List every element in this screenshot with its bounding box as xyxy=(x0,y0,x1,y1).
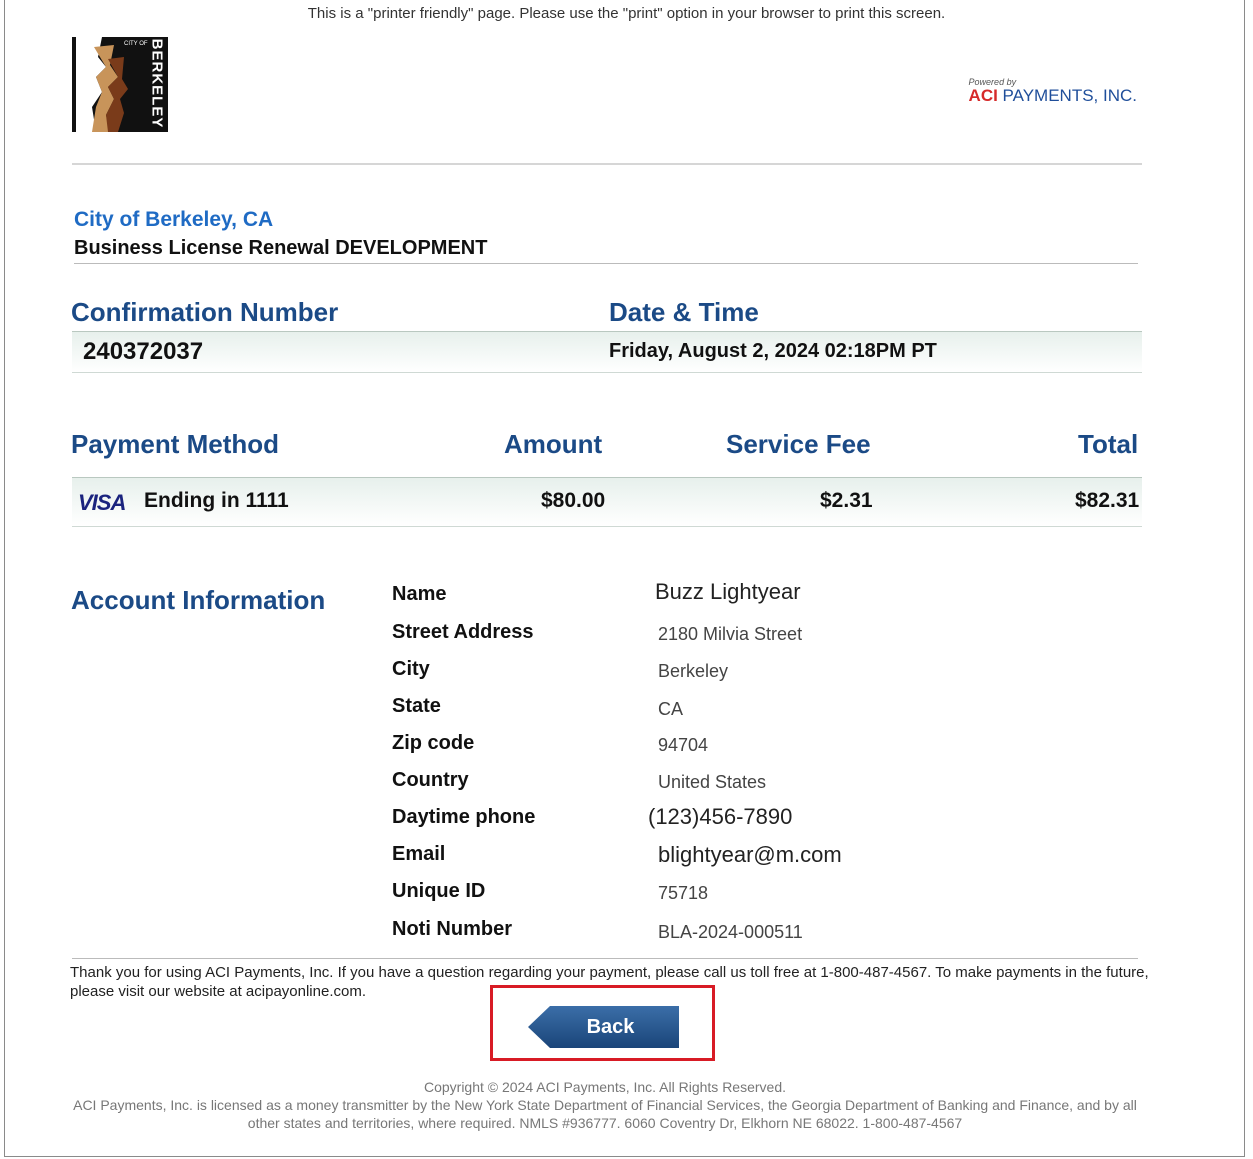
logo-city-of-text: CITY OF xyxy=(124,41,148,47)
total-heading: Total xyxy=(1078,429,1139,459)
footer-divider xyxy=(72,958,1138,959)
name-value: Buzz Lightyear xyxy=(655,579,801,604)
aci-payments-logo: Powered by ACI PAYMENTS, INC. xyxy=(969,78,1137,105)
print-notice: This is a "printer friendly" page. Pleas… xyxy=(307,5,946,22)
back-button-label: Back xyxy=(586,1016,635,1038)
merchant-name: City of Berkeley, CA xyxy=(74,208,274,231)
payment-date-time: Friday, August 2, 2024 02:18PM PT xyxy=(609,340,937,362)
copyright-text: Copyright © 2024 ACI Payments, Inc. All … xyxy=(423,1079,787,1095)
noti-number-value: BLA-2024-000511 xyxy=(658,922,803,942)
city-value: Berkeley xyxy=(658,661,729,681)
daytime-phone-label: Daytime phone xyxy=(392,806,536,828)
confirmation-number-heading: Confirmation Number xyxy=(71,297,339,327)
visa-card-icon: VISA xyxy=(78,490,126,515)
logo-berkeley-text: BERKELEY xyxy=(148,38,166,129)
copyright-block: Copyright © 2024 ACI Payments, Inc. All … xyxy=(60,1078,1150,1132)
aci-brand-rest: PAYMENTS, INC. xyxy=(997,86,1137,105)
license-text: ACI Payments, Inc. is licensed as a mone… xyxy=(73,1097,1137,1131)
city-of-berkeley-logo: CITY OF BERKELEY xyxy=(72,37,168,132)
name-label: Name xyxy=(392,583,447,605)
street-address-label: Street Address xyxy=(392,621,534,643)
unique-id-label: Unique ID xyxy=(392,880,486,902)
noti-number-label: Noti Number xyxy=(392,918,512,940)
card-ending-text: Ending in 1111 xyxy=(144,489,289,512)
city-label: City xyxy=(392,658,430,680)
email-value: blightyear@m.com xyxy=(658,842,842,867)
date-time-heading: Date & Time xyxy=(609,297,759,327)
confirmation-row xyxy=(72,331,1142,373)
country-label: Country xyxy=(392,769,469,791)
account-information-heading: Account Information xyxy=(71,585,326,615)
service-name: Business License Renewal DEVELOPMENT xyxy=(74,237,488,259)
zip-code-label: Zip code xyxy=(392,732,475,754)
total-value: $82.31 xyxy=(1075,489,1140,512)
unique-id-value: 75718 xyxy=(658,883,709,903)
service-fee-value: $2.31 xyxy=(820,489,873,512)
amount-heading: Amount xyxy=(504,429,603,459)
aci-brand-bold: ACI xyxy=(968,86,998,105)
state-value: CA xyxy=(658,699,684,719)
payment-method-heading: Payment Method xyxy=(71,429,280,459)
zip-code-value: 94704 xyxy=(658,735,709,755)
back-button[interactable]: Back xyxy=(528,1006,679,1048)
email-label: Email xyxy=(392,843,446,865)
daytime-phone-value: (123)456-7890 xyxy=(648,804,793,829)
merchant-divider xyxy=(74,263,1138,264)
confirmation-number: 240372037 xyxy=(83,338,204,365)
street-address-value: 2180 Milvia Street xyxy=(658,624,803,644)
country-value: United States xyxy=(658,772,767,792)
header-divider xyxy=(72,163,1142,165)
amount-value: $80.00 xyxy=(541,489,606,512)
service-fee-heading: Service Fee xyxy=(726,429,871,459)
state-label: State xyxy=(392,695,441,717)
